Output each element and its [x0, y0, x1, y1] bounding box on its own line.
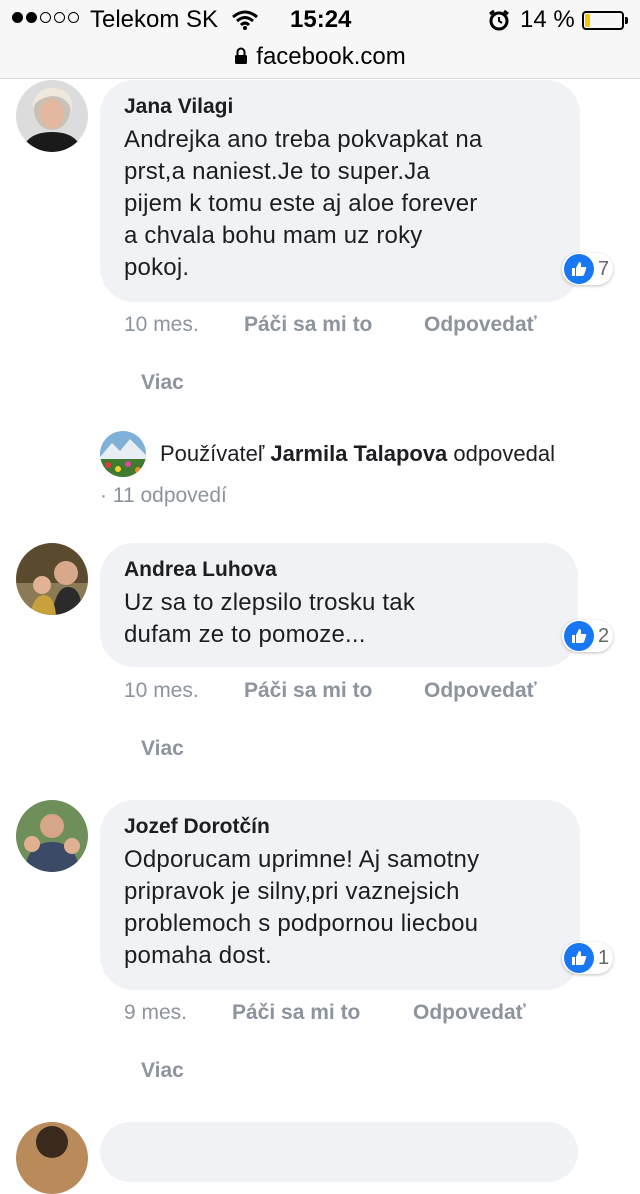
- comment-time[interactable]: 9 mes.: [124, 999, 187, 1027]
- more-button[interactable]: Viac: [141, 1057, 184, 1085]
- url-text[interactable]: facebook.com: [256, 43, 405, 70]
- comment-bubble: [100, 1122, 578, 1182]
- comment-bubble: Andrea Luhova Uz sa to zlepsilo trosku t…: [100, 543, 578, 667]
- replies-prefix: Používateľ: [160, 441, 265, 466]
- lock-icon: [235, 47, 248, 64]
- like-icon: [564, 621, 594, 651]
- avatar[interactable]: [16, 800, 88, 872]
- carrier-name: Telekom SK: [90, 6, 219, 33]
- avatar[interactable]: [16, 1122, 88, 1194]
- comment-text: Andrejka ano treba pokvapkat na prst,a n…: [124, 126, 483, 281]
- like-button[interactable]: Páči sa mi to: [232, 999, 360, 1027]
- comment-bubble: Jana Vilagi Andrejka ano treba pokvapkat…: [100, 80, 580, 302]
- avatar[interactable]: [16, 543, 88, 615]
- comment-author[interactable]: Andrea Luhova: [124, 557, 554, 583]
- replies-suffix: odpovedal: [453, 441, 555, 466]
- like-button[interactable]: Páči sa mi to: [244, 311, 372, 339]
- alarm-clock-icon: [489, 9, 509, 31]
- status-time: 15:24: [290, 6, 352, 33]
- battery-icon: [582, 11, 628, 30]
- like-icon: [564, 254, 594, 284]
- more-button[interactable]: Viac: [141, 735, 184, 763]
- avatar-image: [16, 800, 88, 872]
- replies-summary[interactable]: Používateľ Jarmila Talapova odpovedal: [100, 431, 555, 477]
- like-icon: [564, 943, 594, 973]
- replies-count[interactable]: · 11 odpovedí: [100, 484, 227, 508]
- avatar: [100, 431, 146, 477]
- more-button[interactable]: Viac: [141, 369, 184, 397]
- reaction-count[interactable]: 7: [562, 253, 614, 285]
- avatar-image: [16, 80, 88, 152]
- reaction-count[interactable]: 2: [562, 620, 614, 652]
- reply-button[interactable]: Odpovedať: [413, 999, 526, 1027]
- avatar-image: [16, 543, 88, 615]
- comment-bubble: Jozef Dorotčín Odporucam uprimne! Aj sam…: [100, 800, 580, 990]
- status-bar: Telekom SK 15:24 14 %: [0, 0, 640, 40]
- comment-author[interactable]: Jana Vilagi: [124, 94, 556, 120]
- comment-time[interactable]: 10 mes.: [124, 311, 199, 339]
- signal-dots-icon: [12, 12, 79, 23]
- comment-text: Uz sa to zlepsilo trosku tak dufam ze to…: [124, 589, 416, 648]
- comment-time[interactable]: 10 mes.: [124, 677, 199, 705]
- url-bar[interactable]: facebook.com: [0, 40, 640, 79]
- comment-text: Odporucam uprimne! Aj samotny pripravok …: [124, 846, 480, 969]
- avatar[interactable]: [16, 80, 88, 152]
- battery-level: [585, 14, 590, 27]
- wifi-icon: [232, 10, 258, 30]
- reply-button[interactable]: Odpovedať: [424, 311, 537, 339]
- replies-author: Jarmila Talapova: [270, 441, 448, 466]
- like-button[interactable]: Páči sa mi to: [244, 677, 372, 705]
- battery-percent: 14 %: [520, 6, 575, 33]
- reaction-count[interactable]: 1: [562, 942, 614, 974]
- comment-author[interactable]: Jozef Dorotčín: [124, 814, 556, 840]
- reply-button[interactable]: Odpovedať: [424, 677, 537, 705]
